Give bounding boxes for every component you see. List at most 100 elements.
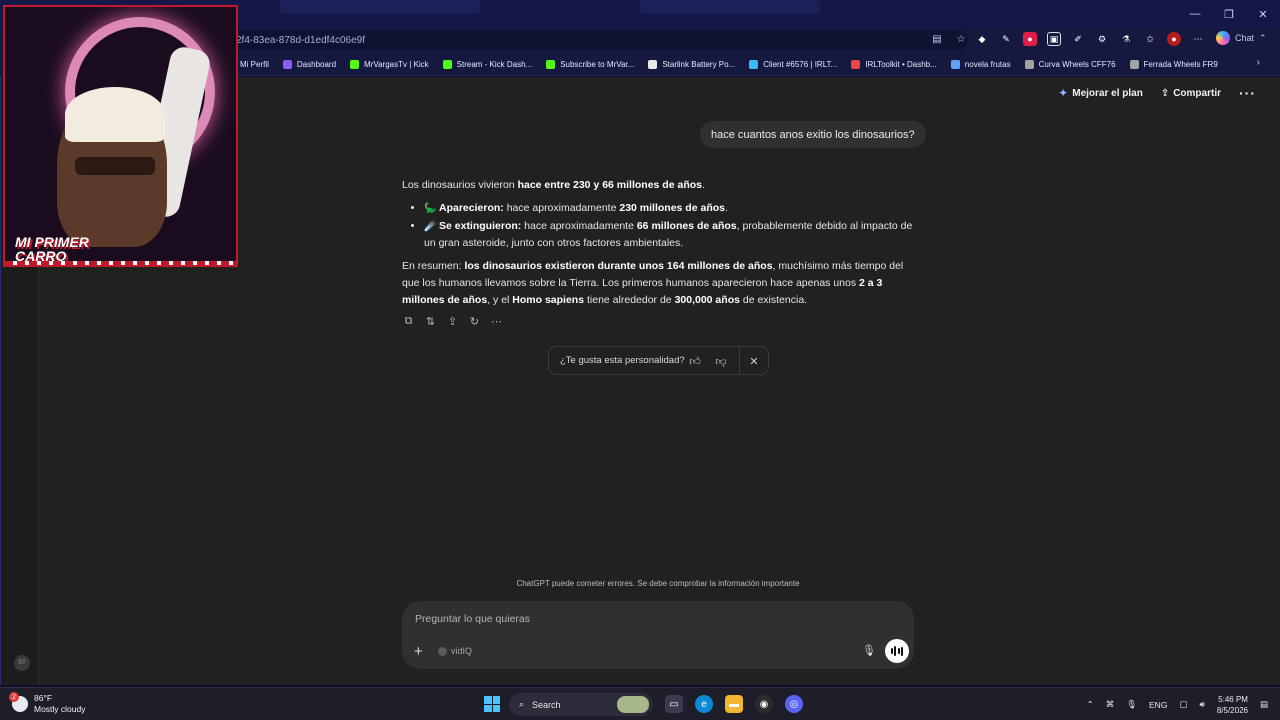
discord-icon[interactable]: ◎ — [785, 695, 803, 713]
vidiq-tool-button[interactable]: vidIQ — [438, 646, 472, 656]
share-button[interactable]: ⇪ Compartir — [1161, 88, 1221, 99]
prompt-input[interactable]: Preguntar lo que quieras — [415, 613, 530, 625]
more-options-icon[interactable]: ··· — [1239, 85, 1256, 101]
bold-text: 66 millones de años — [636, 220, 737, 232]
temperature: 86°F — [34, 693, 53, 703]
taskbar-search[interactable]: ⌕ Search — [509, 693, 653, 716]
reader-mode-icon[interactable]: ▤ — [930, 32, 944, 46]
feedback-thumbs-icon[interactable]: ⇅ — [423, 314, 438, 329]
bold-text: Homo sapiens — [512, 294, 585, 306]
extension-flask-icon[interactable]: ⚗ — [1119, 32, 1133, 46]
bookmark-label: Client #6576 | IRLT... — [763, 59, 838, 69]
copy-icon[interactable]: ⧉ — [401, 314, 416, 329]
close-icon[interactable]: ✕ — [1246, 0, 1280, 28]
bookmark-item[interactable]: Stream - Kick Dash... — [442, 59, 532, 69]
bookmark-favicon-icon — [851, 59, 861, 69]
extension-pen-icon[interactable]: ✎ — [999, 32, 1013, 46]
bookmark-label: novela frutas — [964, 59, 1011, 69]
dinosaur-icon: 🦕 — [424, 203, 437, 214]
display-icon[interactable]: ▢ — [1179, 699, 1187, 710]
user-message-text: hace cuantos anos exitio los dinosaurios… — [711, 128, 915, 141]
profile-avatar-icon[interactable]: ● — [1167, 32, 1181, 46]
search-icon: ⌕ — [519, 699, 525, 709]
microphone-icon[interactable]: 🎙︎ — [1126, 699, 1137, 710]
bookmark-item[interactable]: novela frutas — [950, 59, 1011, 69]
user-message-bubble: hace cuantos anos exitio los dinosaurios… — [700, 121, 926, 148]
file-explorer-icon[interactable]: ▬ — [725, 695, 743, 713]
bookmark-item[interactable]: Curva Wheels CFF76 — [1024, 59, 1116, 69]
share-label: Compartir — [1173, 87, 1221, 99]
microphone-icon[interactable]: 🎙︎ — [862, 644, 876, 657]
bold-text: Aparecieron: — [439, 202, 504, 214]
streamer-cap — [65, 87, 165, 142]
stream-banner: MI PRIMER CARRO — [15, 235, 89, 263]
close-icon[interactable]: ✕ — [746, 353, 762, 369]
clock[interactable]: 5:46 PM 8/5/2026 — [1217, 694, 1248, 716]
tab[interactable] — [280, 0, 480, 14]
bookmark-label: Dashboard — [296, 59, 337, 69]
bookmark-label: MrVargasTv | Kick — [364, 59, 429, 69]
favorites-icon[interactable]: ✩ — [1143, 32, 1157, 46]
taskbar: 2 86°F Mostly cloudy ⌕ Search ▭ e ▬ ◉ ◎ … — [0, 687, 1280, 720]
thumbs-up-icon[interactable]: 👍︎ — [687, 353, 703, 369]
network-icon[interactable]: ⌘ — [1106, 699, 1115, 710]
edge-browser-icon[interactable]: e — [695, 695, 713, 713]
extension-red-icon[interactable]: ● — [1023, 32, 1037, 46]
thumbs-down-icon[interactable]: 👎︎ — [713, 353, 729, 369]
window-controls: — ❐ ✕ — [1178, 0, 1280, 28]
text: En resumen: — [402, 260, 465, 272]
task-view-icon[interactable]: ▭ — [665, 695, 683, 713]
notifications-icon[interactable]: ▤ — [1260, 699, 1268, 710]
add-attachment-icon[interactable]: + — [414, 643, 423, 660]
bookmark-item[interactable]: Ferrada Wheels FR9 — [1129, 59, 1218, 69]
volume-icon[interactable]: 🔊︎ — [1199, 699, 1204, 710]
upgrade-plan-button[interactable]: ✦ Mejorar el plan — [1058, 86, 1143, 100]
copilot-label: Chat — [1235, 33, 1255, 43]
chevron-up-icon[interactable]: ⌃ — [1087, 699, 1094, 710]
text: . — [701, 179, 705, 191]
weather-condition: Mostly cloudy — [34, 704, 86, 714]
share-icon[interactable]: ⇪ — [445, 314, 460, 329]
bookmark-item[interactable]: Dashboard — [282, 59, 337, 69]
system-tray: ⌃ ⌘ 🎙︎ ENG ▢ 🔊︎ 5:46 PM 8/5/2026 ▤ — [1087, 688, 1268, 720]
divider — [739, 347, 740, 374]
extension-diamond-icon[interactable]: ◆ — [975, 32, 989, 46]
list-item: ☄️Se extinguieron: hace aproximadamente … — [424, 218, 916, 252]
regenerate-icon[interactable]: ↻ — [467, 314, 482, 329]
answer-summary: En resumen: los dinosaurios existieron d… — [402, 258, 916, 309]
bold-text: 230 millones de años — [619, 202, 725, 214]
banner-stripe — [5, 261, 236, 265]
obs-icon[interactable]: ◉ — [755, 695, 773, 713]
streamer-glasses — [75, 157, 155, 175]
favorite-star-icon[interactable]: ☆ — [954, 32, 968, 46]
bold-text: Se extinguieron: — [439, 220, 522, 232]
bookmark-item[interactable]: Client #6576 | IRLT... — [749, 59, 838, 69]
language-indicator[interactable]: ENG — [1149, 700, 1167, 710]
windows-start-icon[interactable] — [484, 696, 500, 712]
url-field[interactable]: 2f4-83ea-878d-d1edf4c06e9f — [228, 30, 968, 50]
extension-brush-icon[interactable]: ✐ — [1071, 32, 1085, 46]
restore-icon[interactable]: ❐ — [1212, 0, 1246, 28]
webcam-overlay: MI PRIMER CARRO — [3, 5, 238, 267]
more-options-icon[interactable]: ⋯ — [1191, 32, 1205, 46]
bookmark-item[interactable]: Subscribe to MrVar... — [546, 59, 634, 69]
voice-mode-button[interactable] — [885, 639, 909, 663]
bookmark-favicon-icon — [950, 59, 960, 69]
list-item: 🦕Aparecieron: hace aproximadamente 230 m… — [424, 200, 916, 217]
bookmark-item[interactable]: IRLToolkit • Dashb... — [851, 59, 937, 69]
chevron-right-icon[interactable]: › — [1257, 57, 1260, 68]
extension-cc-icon[interactable]: ▣ — [1047, 32, 1061, 46]
bookmark-item[interactable]: MrVargasTv | Kick — [350, 59, 429, 69]
extension-puzzle-icon[interactable]: ⚙ — [1095, 32, 1109, 46]
bookmark-item[interactable]: Starlink Battery Po... — [648, 59, 735, 69]
user-avatar[interactable]: ST — [14, 655, 30, 671]
comet-icon: ☄️ — [424, 221, 437, 232]
minimize-icon[interactable]: — — [1178, 0, 1212, 28]
bookmark-favicon-icon — [546, 59, 556, 69]
weather-widget[interactable]: 2 86°F Mostly cloudy — [9, 692, 86, 715]
vidiq-icon — [438, 646, 447, 656]
more-icon[interactable]: ⋯ — [489, 314, 504, 329]
tab[interactable] — [640, 0, 820, 14]
text: . — [725, 202, 728, 214]
copilot-button[interactable]: Chat ⌃ — [1216, 31, 1267, 45]
